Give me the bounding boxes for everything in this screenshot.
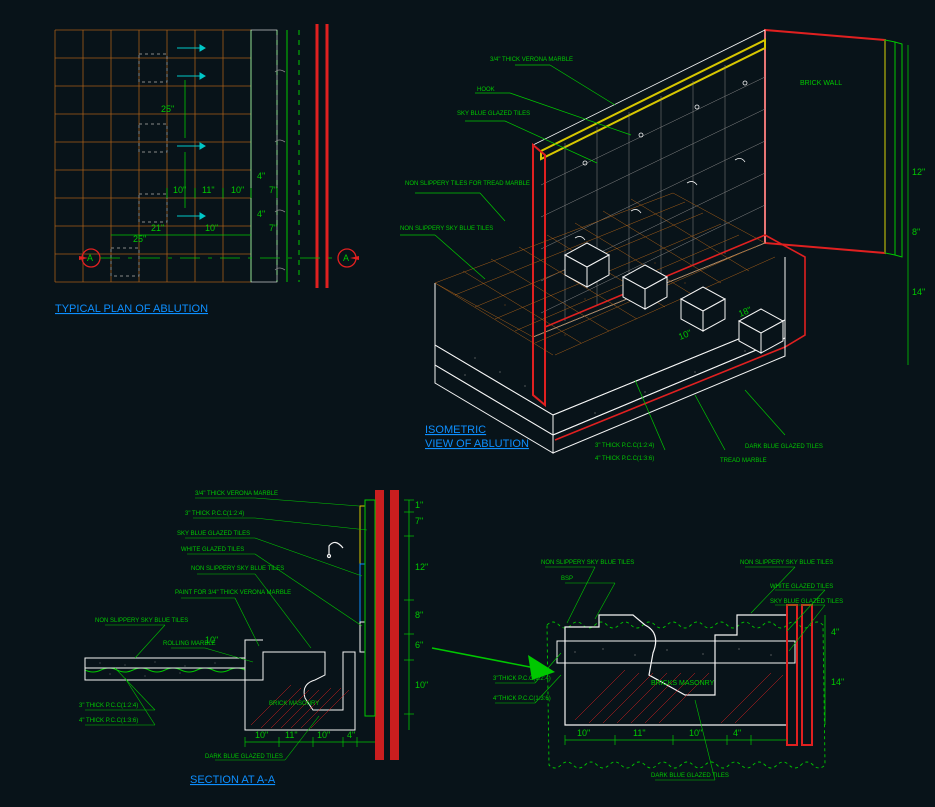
svg-text:12": 12" [912,167,925,177]
svg-text:21": 21" [151,223,164,233]
svg-text:WHITE GLAZED TILES: WHITE GLAZED TILES [770,584,833,590]
section-title: SECTION AT A-A [190,774,276,786]
svg-text:8": 8" [415,610,423,620]
svg-text:10": 10" [577,728,590,738]
svg-text:NON SLIPPERY SKY BLUE TILES: NON SLIPPERY SKY BLUE TILES [400,226,493,232]
svg-text:4": 4" [733,728,741,738]
svg-text:3" THICK P.C.C(1:2:4): 3" THICK P.C.C(1:2:4) [595,443,654,449]
svg-text:3" THICK P.C.C(1:2:4): 3" THICK P.C.C(1:2:4) [185,511,244,517]
svg-text:25": 25" [161,104,174,114]
svg-text:6": 6" [415,640,423,650]
section-aa: BRICK MASONRY 1" 7" 12" 8" 6" 10" 10" [79,490,428,786]
svg-text:8": 8" [912,227,920,237]
svg-text:10": 10" [205,223,218,233]
svg-text:10": 10" [415,680,428,690]
svg-text:NON SLIPPERY SKY BLUE TILES: NON SLIPPERY SKY BLUE TILES [541,560,634,566]
svg-text:HOOK: HOOK [477,87,495,93]
svg-text:25": 25" [133,234,146,244]
svg-text:4": 4" [347,730,355,740]
svg-text:ROLLING MARBLE: ROLLING MARBLE [163,641,216,647]
svg-text:DARK BLUE GLAZED TILES: DARK BLUE GLAZED TILES [205,754,283,760]
svg-text:11": 11" [633,728,646,738]
section-marker-right: A [338,249,359,267]
svg-text:7": 7" [415,516,423,526]
svg-text:4": 4" [831,627,839,637]
svg-text:3/4" THICK VERONA MARBLE: 3/4" THICK VERONA MARBLE [490,57,573,63]
svg-text:A: A [343,253,349,263]
svg-text:4": 4" [257,171,265,181]
svg-text:WHITE GLAZED TILES: WHITE GLAZED TILES [181,547,244,553]
svg-text:TREAD MARBLE: TREAD MARBLE [720,458,767,464]
iso-title: ISOMETRIC [425,424,486,436]
section-floor: BRICK MASONRY [85,640,355,730]
iso-seats [565,243,783,353]
tap-icon [328,542,344,557]
svg-text:A: A [87,253,93,263]
svg-text:10": 10" [677,328,693,342]
svg-text:NON SLIPPERY SKY BLUE TILES: NON SLIPPERY SKY BLUE TILES [740,560,833,566]
plan-dims: 25" 25" 21" 10" 11" 10" 4" 7" 10" 4" 7" [111,80,277,244]
svg-text:BRICK MASONRY: BRICK MASONRY [269,701,319,707]
svg-text:PAINT FOR 3/4" THICK VERONA MA: PAINT FOR 3/4" THICK VERONA MARBLE [175,590,291,596]
svg-text:SKY BLUE GLAZED TILES: SKY BLUE GLAZED TILES [770,599,843,605]
svg-text:10": 10" [255,730,268,740]
svg-text:12": 12" [415,562,428,572]
svg-text:DARK BLUE GLAZED TILES: DARK BLUE GLAZED TILES [745,444,823,450]
svg-text:3" THICK P.C.C(1:2:4): 3" THICK P.C.C(1:2:4) [79,703,138,709]
iso-view: BRICK WALL [400,30,925,464]
plan-view: 25" 25" 21" 10" 11" 10" 4" 7" 10" 4" 7" [55,24,359,315]
iso-subtitle: VIEW OF ABLUTION [425,438,529,450]
svg-text:7": 7" [269,223,277,233]
svg-text:4" THICK P.C.C(1:3:6): 4" THICK P.C.C(1:3:6) [595,456,654,462]
svg-text:3"THICK P.C.C(1:2:4): 3"THICK P.C.C(1:2:4) [493,676,551,682]
svg-text:NON SLIPPERY SKY BLUE TILES: NON SLIPPERY SKY BLUE TILES [191,566,284,572]
plan-grid [55,30,251,282]
svg-text:14": 14" [831,677,844,687]
svg-text:14": 14" [912,287,925,297]
svg-text:4": 4" [257,209,265,219]
svg-text:DARK BLUE GLAZED TILES: DARK BLUE GLAZED TILES [651,773,729,779]
svg-text:11": 11" [285,730,298,740]
svg-text:10": 10" [231,185,244,195]
iso-back-wall: BRICK WALL [533,30,902,337]
section-dims-vert: 1" 7" 12" 8" 6" 10" [404,500,428,730]
svg-text:BSP: BSP [561,576,573,582]
plan-title: TYPICAL PLAN OF ABLUTION [55,303,208,315]
svg-text:SKY BLUE GLAZED TILES: SKY BLUE GLAZED TILES [457,111,530,117]
svg-text:3/4" THICK VERONA MARBLE: 3/4" THICK VERONA MARBLE [195,491,278,497]
svg-text:10": 10" [317,730,330,740]
svg-text:SKY BLUE GLAZED TILES: SKY BLUE GLAZED TILES [177,531,250,537]
svg-text:BRICK WALL: BRICK WALL [800,80,842,87]
cad-drawing: 25" 25" 21" 10" 11" 10" 4" 7" 10" 4" 7" [0,0,935,807]
svg-text:10": 10" [689,728,702,738]
svg-text:10": 10" [173,185,186,195]
svg-text:4" THICK P.C.C(1:3:6): 4" THICK P.C.C(1:3:6) [79,718,138,724]
svg-text:11": 11" [202,185,215,195]
svg-text:4"THICK P.C.C(1:3:6): 4"THICK P.C.C(1:3:6) [493,696,551,702]
svg-text:BRICKS MASONRY: BRICKS MASONRY [651,680,715,687]
iso-floor [435,193,785,453]
svg-text:7": 7" [269,185,277,195]
svg-text:1": 1" [415,500,423,510]
svg-text:NON SLIPPERY SKY BLUE TILES: NON SLIPPERY SKY BLUE TILES [95,618,188,624]
svg-text:NON SLIPPERY TILES FOR TREAD M: NON SLIPPERY TILES FOR TREAD MARBLE [405,181,530,187]
section-marker-left: A [79,249,100,267]
